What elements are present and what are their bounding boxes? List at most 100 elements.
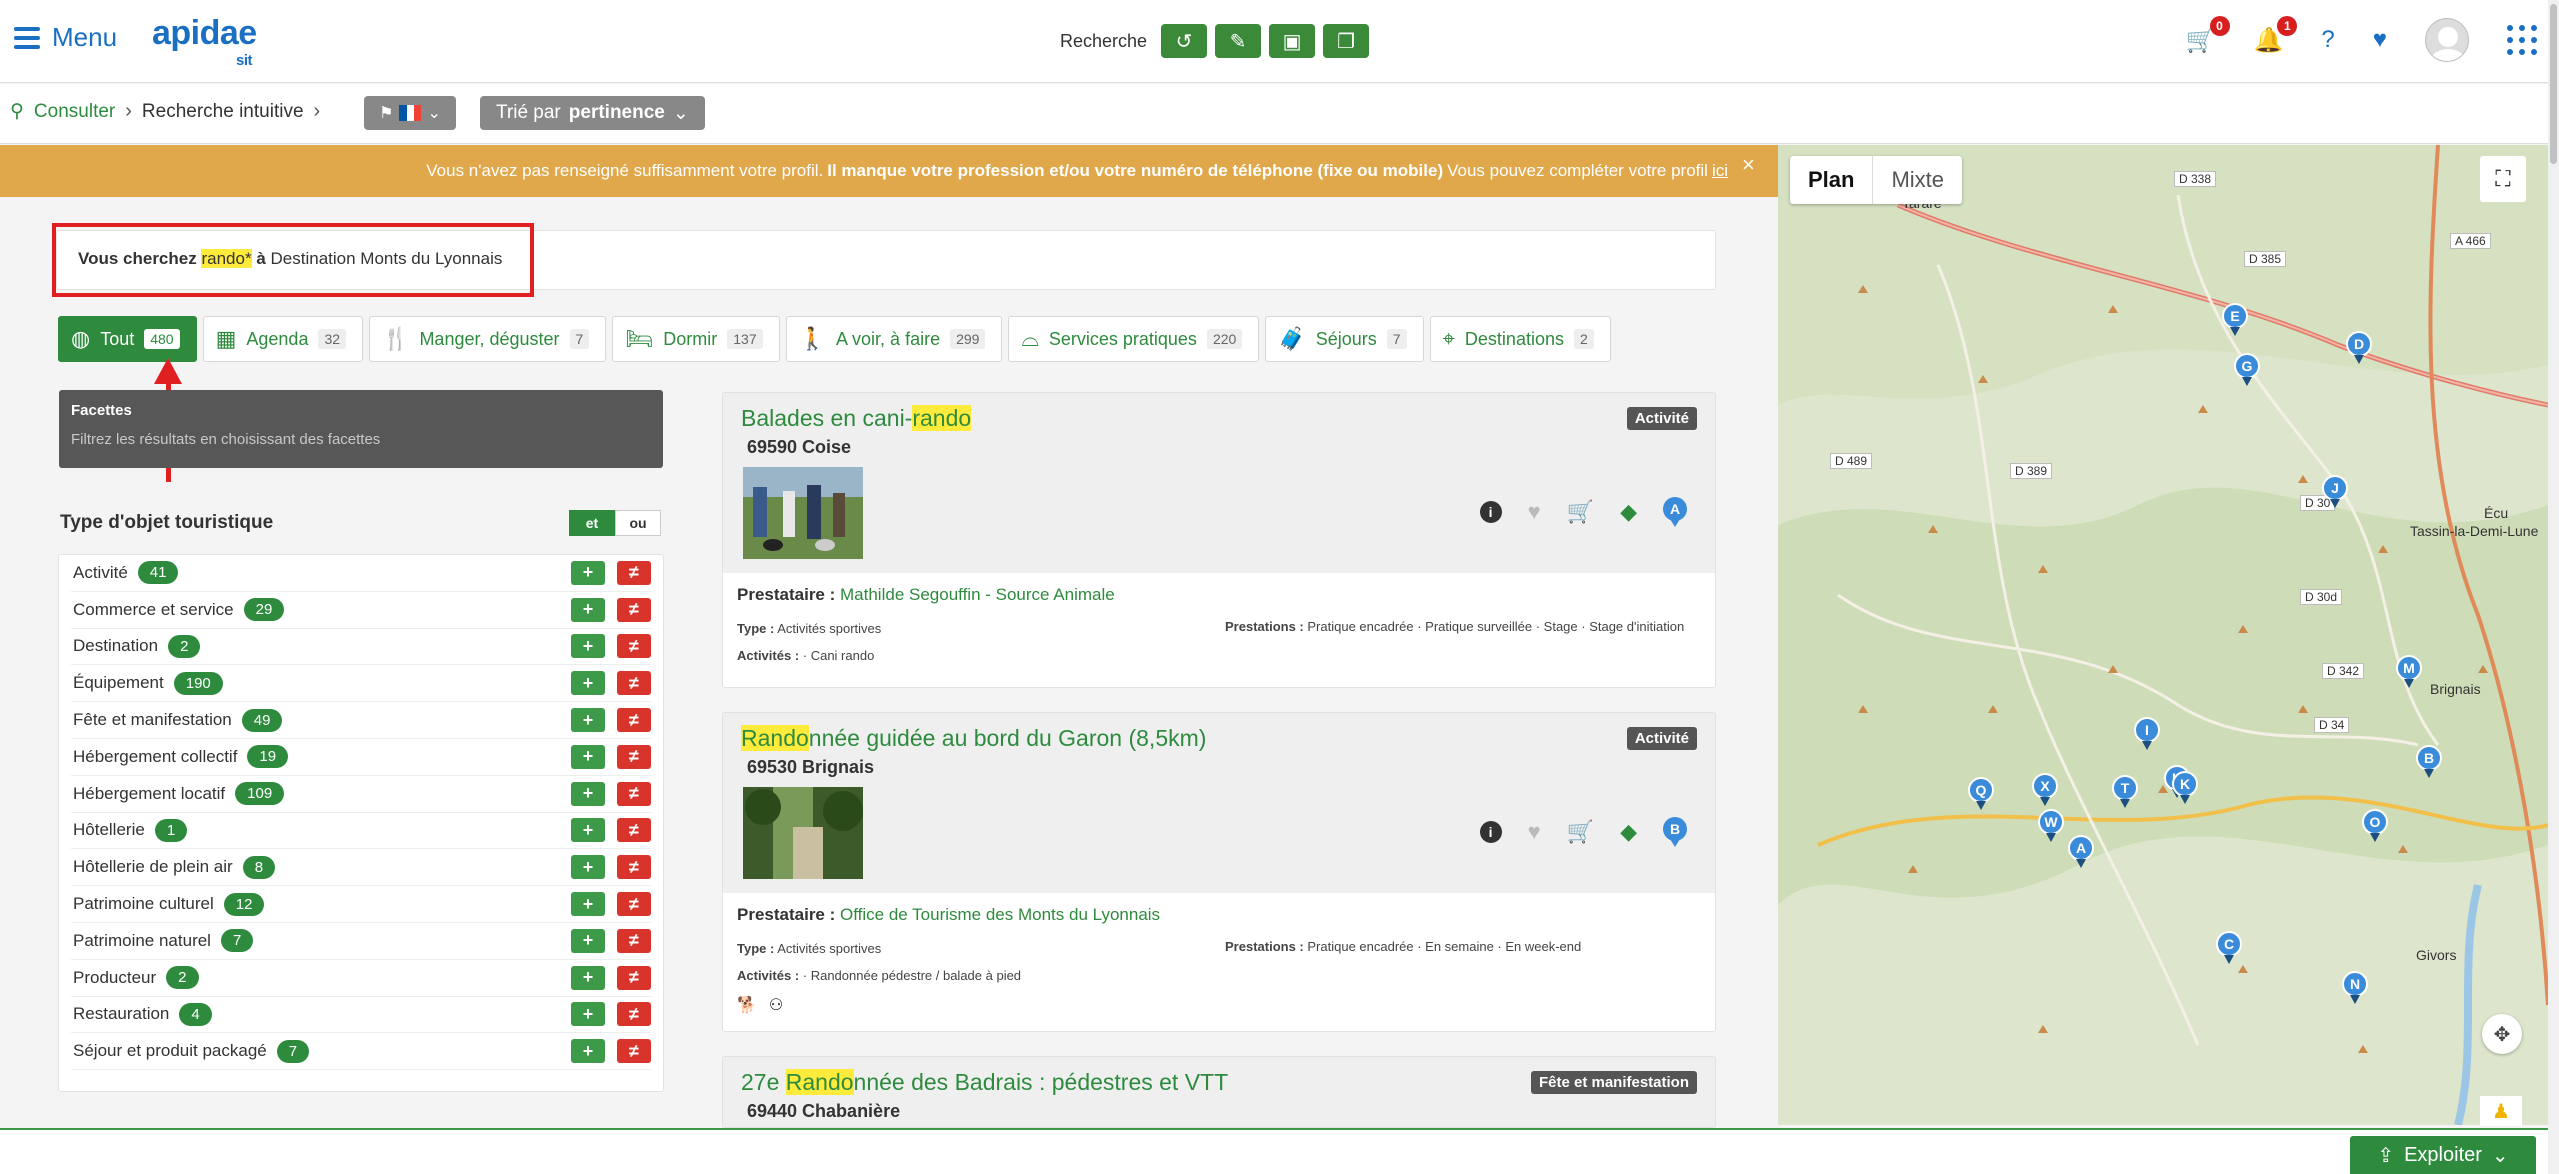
heart-icon[interactable]: ♥ (1528, 499, 1541, 525)
tab-manger[interactable]: 🍴 Manger, déguster 7 (369, 316, 607, 362)
results-map[interactable]: TarareD 338D 385A 466D 489D 389D 30D 30d… (1778, 145, 2548, 1125)
exclude-facet-button[interactable]: ≠ (617, 781, 651, 806)
result-thumbnail[interactable] (743, 787, 863, 879)
heart-icon[interactable]: ♥ (1528, 819, 1541, 845)
result-card[interactable]: 27e Randonnée des Badrais : pédestres et… (722, 1056, 1716, 1128)
copy-search-button[interactable]: ❐ (1323, 24, 1370, 58)
map-marker[interactable]: W (2038, 809, 2064, 843)
include-facet-button[interactable]: + (571, 818, 605, 843)
info-icon[interactable]: i (1479, 501, 1502, 523)
exclude-facet-button[interactable]: ≠ (617, 597, 651, 622)
map-marker[interactable]: M (2396, 655, 2422, 689)
map-marker[interactable]: X (2032, 773, 2058, 807)
breadcrumb-consulter[interactable]: Consulter (34, 101, 115, 123)
map-tab-plan[interactable]: Plan (1790, 156, 1872, 204)
exclude-facet-button[interactable]: ≠ (617, 855, 651, 880)
cart-icon[interactable]: 🛒 (1567, 499, 1594, 525)
cart-icon[interactable]: 🛒 (1567, 819, 1594, 845)
map-marker-icon[interactable]: B (1663, 817, 1687, 847)
exclude-facet-button[interactable]: ≠ (617, 708, 651, 733)
tab-a-voir[interactable]: 🚶 A voir, à faire 299 (785, 316, 1003, 362)
save-search-button[interactable]: ▣ (1269, 24, 1316, 58)
include-facet-button[interactable]: + (571, 634, 605, 659)
include-facet-button[interactable]: + (571, 1039, 605, 1064)
tab-sejours[interactable]: 🧳 Séjours 7 (1265, 316, 1424, 362)
reset-search-button[interactable]: ↺ (1161, 24, 1208, 58)
include-facet-button[interactable]: + (571, 781, 605, 806)
include-facet-button[interactable]: + (571, 708, 605, 733)
notifications-button[interactable]: 🔔 1 (2254, 15, 2298, 55)
tab-dormir[interactable]: 🛏 Dormir 137 (612, 316, 780, 362)
include-facet-button[interactable]: + (571, 965, 605, 990)
map-pan-control[interactable]: ✥ (2482, 1014, 2522, 1054)
tab-agenda[interactable]: ▦ Agenda 32 (202, 316, 364, 362)
include-facet-button[interactable]: + (571, 671, 605, 696)
favorites-button[interactable]: ♥ (2373, 26, 2387, 54)
or-toggle[interactable]: ou (615, 510, 661, 536)
map-marker[interactable]: E (2222, 303, 2248, 337)
edit-search-button[interactable]: ✎ (1215, 24, 1262, 58)
exploit-button[interactable]: ⇪ Exploiter ⌄ (2350, 1136, 2536, 1174)
include-facet-button[interactable]: + (571, 928, 605, 953)
cart-button[interactable]: 🛒 0 (2186, 15, 2230, 55)
result-card[interactable]: Randonnée guidée au bord du Garon (8,5km… (722, 712, 1716, 1032)
include-facet-button[interactable]: + (571, 560, 605, 585)
tag-icon[interactable]: ◆ (1620, 819, 1637, 845)
map-marker[interactable]: D (2346, 331, 2372, 365)
apidae-logo[interactable]: apidae sit (152, 16, 257, 69)
exclude-facet-button[interactable]: ≠ (617, 634, 651, 659)
exclude-facet-button[interactable]: ≠ (617, 818, 651, 843)
map-background[interactable] (1778, 145, 2548, 1125)
exclude-facet-button[interactable]: ≠ (617, 928, 651, 953)
map-tab-mixte[interactable]: Mixte (1872, 156, 1962, 204)
provider-link[interactable]: Office de Tourisme des Monts du Lyonnais (840, 905, 1160, 924)
fullscreen-button[interactable]: ⛶ (2480, 156, 2526, 202)
page-scrollbar[interactable] (2548, 0, 2559, 1174)
tag-icon[interactable]: ◆ (1620, 499, 1637, 525)
and-toggle[interactable]: et (569, 510, 615, 536)
sort-select[interactable]: Trié par pertinence ⌄ (480, 96, 705, 130)
result-thumbnail[interactable] (743, 467, 863, 559)
include-facet-button[interactable]: + (571, 855, 605, 880)
map-marker-icon[interactable]: A (1663, 497, 1687, 527)
include-facet-button[interactable]: + (571, 597, 605, 622)
tab-tout[interactable]: ◍ Tout 480 (58, 316, 197, 362)
help-button[interactable]: ? (2321, 26, 2334, 54)
exclude-facet-button[interactable]: ≠ (617, 671, 651, 696)
exclude-facet-button[interactable]: ≠ (617, 1039, 651, 1064)
exclude-facet-button[interactable]: ≠ (617, 1002, 651, 1027)
map-marker[interactable]: I (2134, 717, 2160, 751)
result-title[interactable]: Randonnée guidée au bord du Garon (8,5km… (741, 725, 1206, 752)
exclude-facet-button[interactable]: ≠ (617, 965, 651, 990)
result-card[interactable]: Balades en cani-rando 69590 Coise Activi… (722, 392, 1716, 688)
map-marker[interactable]: O (2362, 809, 2388, 843)
exclude-facet-button[interactable]: ≠ (617, 892, 651, 917)
include-facet-button[interactable]: + (571, 744, 605, 769)
map-marker[interactable]: Q (1968, 777, 1994, 811)
map-marker[interactable]: K (2172, 771, 2198, 805)
map-marker[interactable]: J (2322, 475, 2348, 509)
map-marker[interactable]: A (2068, 835, 2094, 869)
map-marker[interactable]: G (2234, 353, 2260, 387)
apps-grid-icon[interactable] (2507, 25, 2537, 55)
language-select[interactable]: ⚑ ⌄ (364, 96, 456, 130)
tab-destinations[interactable]: ⌖ Destinations 2 (1429, 316, 1611, 362)
scrollbar-thumb[interactable] (2550, 4, 2557, 164)
street-view-pegman[interactable]: ♟ (2480, 1096, 2522, 1126)
result-title[interactable]: Balades en cani-rando (741, 405, 972, 432)
map-marker[interactable]: B (2416, 745, 2442, 779)
result-title[interactable]: 27e Randonnée des Badrais : pédestres et… (741, 1069, 1228, 1096)
tab-services[interactable]: ⌓ Services pratiques 220 (1008, 316, 1260, 362)
banner-close-icon[interactable]: × (1742, 152, 1755, 178)
avatar[interactable] (2425, 18, 2469, 62)
provider-link[interactable]: Mathilde Segouffin - Source Animale (840, 585, 1115, 604)
include-facet-button[interactable]: + (571, 1002, 605, 1027)
map-marker[interactable]: N (2342, 971, 2368, 1005)
map-marker[interactable]: T (2112, 775, 2138, 809)
banner-link[interactable]: ici (1712, 161, 1728, 181)
include-facet-button[interactable]: + (571, 892, 605, 917)
exclude-facet-button[interactable]: ≠ (617, 744, 651, 769)
menu-button[interactable]: Menu (14, 22, 117, 53)
map-marker[interactable]: C (2216, 931, 2242, 965)
exclude-facet-button[interactable]: ≠ (617, 560, 651, 585)
